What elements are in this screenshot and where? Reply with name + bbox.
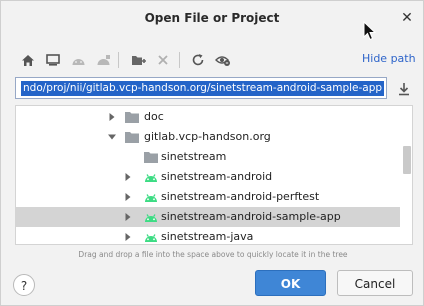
tree-row[interactable]: gitlab.vcp-handson.org [16,127,400,147]
scrollbar-track[interactable] [401,106,412,244]
delete-icon [152,49,174,71]
cancel-button[interactable]: Cancel [337,270,413,296]
expand-right-icon[interactable] [124,193,132,201]
file-tree[interactable]: doc gitlab.vcp-handson.org sinetstream sine… [15,105,413,245]
tree-row[interactable]: sinetstream-android-perftest [16,187,400,207]
open-file-dialog: Open File or Project ✕ Hide path ndo/pro… [0,0,424,306]
drag-drop-hint: Drag and drop a file into the space abov… [78,250,348,259]
tree-row-label: sinetstream-android [161,170,273,183]
show-hidden-icon[interactable] [212,49,234,71]
path-input[interactable]: ndo/proj/nii/gitlab.vcp-handson.org/sine… [15,77,387,99]
folder-icon [125,112,139,123]
android-icon [145,194,157,202]
path-input-value: ndo/proj/nii/gitlab.vcp-handson.org/sine… [21,81,385,96]
toolbar [15,49,275,71]
android-alt-icon [92,49,114,71]
title-bar: Open File or Project ✕ [1,1,423,37]
tree-row-label: sinetstream-android-sample-app [161,210,341,223]
tree-row[interactable]: sinetstream [16,147,400,167]
android-icon [145,214,157,222]
tree-row[interactable]: sinetstream-android [16,167,400,187]
download-icon[interactable] [397,81,411,97]
android-icon [145,174,157,182]
tree-row-label: doc [144,110,164,123]
dialog-title: Open File or Project [144,11,280,25]
hide-path-link[interactable]: Hide path [362,52,416,65]
help-button[interactable]: ? [13,274,35,296]
tree-row[interactable]: doc [16,107,400,127]
expand-right-icon[interactable] [124,173,132,181]
tree-row-label: sinetstream-android-perftest [161,190,320,203]
expand-right-icon[interactable] [124,213,132,221]
tree-row[interactable]: sinetstream-android-sample-app [16,207,400,227]
expand-right-icon[interactable] [124,233,132,241]
scrollbar-thumb[interactable] [403,146,411,174]
tree-row[interactable]: sinetstream-java [16,227,400,244]
mouse-cursor-icon [363,21,377,41]
tree-row-label: gitlab.vcp-handson.org [144,130,271,143]
android-icon [145,234,157,242]
home-icon[interactable] [17,49,39,71]
desktop-icon[interactable] [42,49,64,71]
new-folder-icon[interactable] [127,49,149,71]
ok-button[interactable]: OK [255,270,326,296]
close-icon[interactable]: ✕ [399,9,415,27]
folder-icon [125,132,139,143]
refresh-icon[interactable] [187,49,209,71]
tree-row-label: sinetstream-java [161,230,254,243]
android-icon [67,49,89,71]
tree-row-label: sinetstream [161,150,227,163]
folder-icon [144,152,158,163]
expand-down-icon[interactable] [108,133,116,141]
expand-right-icon[interactable] [108,113,116,121]
